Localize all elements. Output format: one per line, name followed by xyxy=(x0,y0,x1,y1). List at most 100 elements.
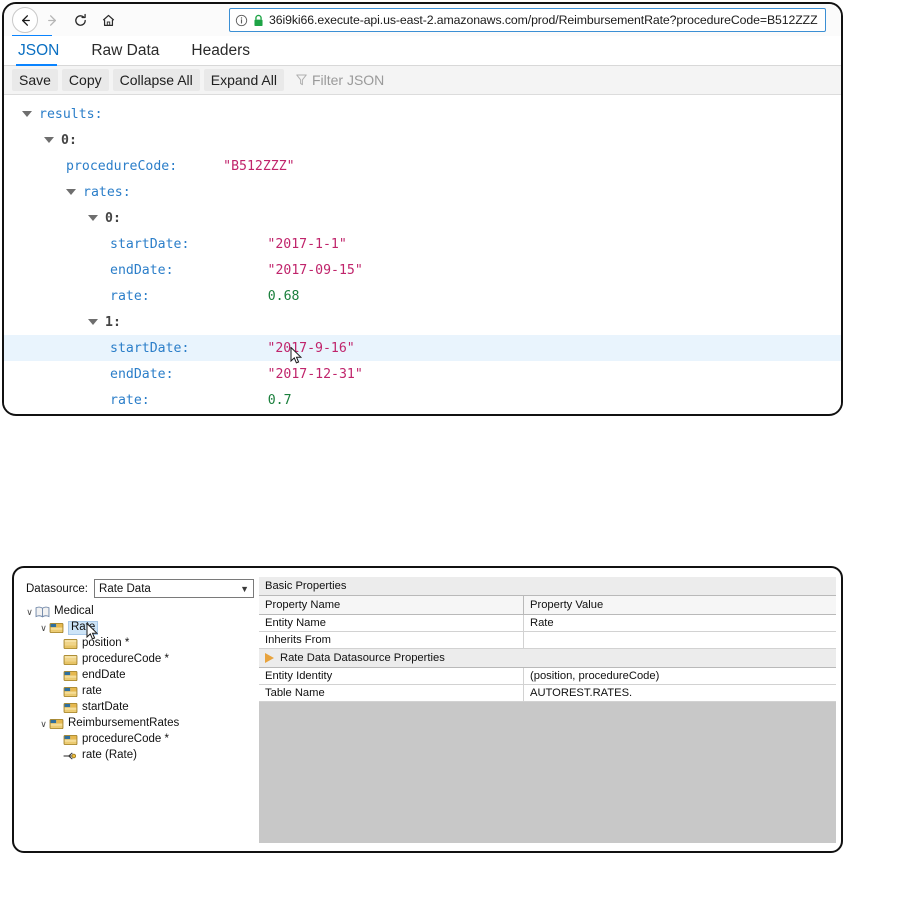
tab-headers-label: Headers xyxy=(191,42,250,59)
viewer-tabs: JSON Raw Data Headers xyxy=(4,36,841,66)
triangle-down-icon[interactable] xyxy=(88,319,98,325)
json-tree-view[interactable]: results: 0: procedureCode: "B512ZZZ" rates: 0… xyxy=(4,95,841,413)
filter-json-placeholder: Filter JSON xyxy=(312,72,384,88)
url-bar[interactable]: 36i9ki66.execute-api.us-east-2.amazonaws… xyxy=(229,8,826,32)
property-value-cell[interactable]: (position, procedureCode) xyxy=(524,668,836,684)
section-basic-properties: Basic Properties xyxy=(259,577,836,596)
triangle-down-icon[interactable] xyxy=(44,137,54,143)
datasource-select[interactable]: Rate Data ▼ xyxy=(94,579,254,598)
browser-window: 36i9ki66.execute-api.us-east-2.amazonaws… xyxy=(2,2,843,416)
browser-nav-bar: 36i9ki66.execute-api.us-east-2.amazonaws… xyxy=(4,4,841,36)
save-button[interactable]: Save xyxy=(12,69,58,91)
json-row[interactable]: rates: xyxy=(4,179,841,205)
tab-headers[interactable]: Headers xyxy=(191,40,264,65)
padlock-icon xyxy=(253,14,264,27)
json-key: endDate: xyxy=(110,367,174,382)
copy-button[interactable]: Copy xyxy=(62,69,109,91)
tree-node[interactable]: rate xyxy=(24,684,254,700)
json-value: "B512ZZZ" xyxy=(223,159,294,174)
info-circle-icon xyxy=(235,14,248,27)
json-row[interactable]: procedureCode: "B512ZZZ" xyxy=(4,153,841,179)
json-row[interactable]: endDate: "2017-12-31" xyxy=(4,361,841,387)
tree-node-label: rate (Rate) xyxy=(82,750,137,762)
tree-node-label: endDate xyxy=(82,670,125,682)
json-row[interactable]: rate:0.7 xyxy=(4,387,841,413)
property-value-cell[interactable] xyxy=(524,632,836,648)
tree-spacer xyxy=(52,671,63,681)
reload-icon xyxy=(73,13,88,28)
json-value: "2017-9-16" xyxy=(267,341,354,356)
properties-pane: Basic Properties Property Name Property … xyxy=(259,577,836,843)
triangle-down-icon[interactable] xyxy=(66,189,76,195)
json-row[interactable]: startDate:"2017-1-1" xyxy=(4,231,841,257)
collapse-all-button[interactable]: Collapse All xyxy=(113,69,200,91)
datasource-value: Rate Data xyxy=(99,583,151,595)
tree-node[interactable]: ∨ Rate xyxy=(24,620,254,636)
chevron-down-icon[interactable]: ∨ xyxy=(24,607,35,618)
screenshot-root: 36i9ki66.execute-api.us-east-2.amazonaws… xyxy=(0,0,924,900)
schema-designer-window: Datasource: Rate Data ▼ ∨Medical∨Rate po… xyxy=(12,566,843,853)
tab-raw-data[interactable]: Raw Data xyxy=(91,40,173,65)
section-datasource-properties[interactable]: Rate Data Datasource Properties xyxy=(259,649,836,668)
json-value: "2017-1-1" xyxy=(267,237,346,252)
tree-node[interactable]: ∨ ReimbursementRates xyxy=(24,716,254,732)
entity-icon xyxy=(63,670,78,682)
tree-node[interactable]: procedureCode * xyxy=(24,652,254,668)
entity-icon xyxy=(49,622,64,634)
json-row[interactable]: 0: xyxy=(4,127,841,153)
json-value: "2017-09-15" xyxy=(268,263,363,278)
table-row[interactable]: Table Name AUTOREST.RATES. xyxy=(259,685,836,702)
json-key: procedureCode: xyxy=(66,159,177,174)
json-row[interactable]: endDate: "2017-09-15" xyxy=(4,257,841,283)
json-key: endDate: xyxy=(110,263,174,278)
json-key: startDate: xyxy=(110,341,189,356)
schema-tree[interactable]: ∨Medical∨Rate position * procedureCode *… xyxy=(24,604,254,764)
entity-icon xyxy=(63,734,78,746)
forward-button[interactable] xyxy=(38,6,66,34)
table-row[interactable]: Entity Identity (position, procedureCode… xyxy=(259,668,836,685)
tab-raw-data-label: Raw Data xyxy=(91,42,159,59)
json-row[interactable]: 0: xyxy=(4,205,841,231)
schema-tree-pane: Datasource: Rate Data ▼ ∨Medical∨Rate po… xyxy=(24,577,254,843)
triangle-down-icon[interactable] xyxy=(88,215,98,221)
chevron-down-icon[interactable]: ∨ xyxy=(38,623,49,634)
datasource-row: Datasource: Rate Data ▼ xyxy=(24,577,254,598)
tab-json[interactable]: JSON xyxy=(18,40,73,65)
filter-json-input[interactable]: Filter JSON xyxy=(296,72,384,88)
table-row[interactable]: Entity Name Rate xyxy=(259,615,836,632)
tree-node[interactable]: rate (Rate) xyxy=(24,748,254,764)
tree-node-label: ReimbursementRates xyxy=(68,718,179,730)
tree-node[interactable]: position * xyxy=(24,636,254,652)
chevron-down-icon[interactable]: ∨ xyxy=(38,719,49,730)
home-button[interactable] xyxy=(94,6,122,34)
tab-json-label: JSON xyxy=(18,42,59,59)
table-row[interactable]: Inherits From xyxy=(259,632,836,649)
section-datasource-properties-label: Rate Data Datasource Properties xyxy=(280,652,445,664)
tree-node[interactable]: ∨Medical xyxy=(24,604,254,620)
property-name-cell: Inherits From xyxy=(259,632,524,648)
tree-node[interactable]: endDate xyxy=(24,668,254,684)
json-row[interactable]: 1: xyxy=(4,309,841,335)
json-key: 0: xyxy=(61,133,77,148)
json-key: results: xyxy=(39,107,103,122)
json-key: rate: xyxy=(110,289,150,304)
json-key: 0: xyxy=(105,211,121,226)
back-button[interactable] xyxy=(12,7,38,33)
tree-node-label: procedureCode * xyxy=(82,654,169,666)
json-row[interactable]: results: xyxy=(4,101,841,127)
triangle-down-icon[interactable] xyxy=(22,111,32,117)
tree-node-label: rate xyxy=(82,686,102,698)
column-header-property-name: Property Name xyxy=(259,596,524,614)
reload-button[interactable] xyxy=(66,6,94,34)
tree-node-label: Rate xyxy=(68,621,98,635)
property-value-cell[interactable]: Rate xyxy=(524,615,836,631)
property-value-cell[interactable]: AUTOREST.RATES. xyxy=(524,685,836,701)
expand-all-button[interactable]: Expand All xyxy=(204,69,284,91)
tree-node[interactable]: procedureCode * xyxy=(24,732,254,748)
tree-node[interactable]: startDate xyxy=(24,700,254,716)
tree-spacer xyxy=(52,735,63,745)
json-row[interactable]: rate:0.68 xyxy=(4,283,841,309)
json-value: "2017-12-31" xyxy=(268,367,363,382)
json-row[interactable]: startDate: "2017-9-16" xyxy=(4,335,841,361)
json-value: 0.7 xyxy=(268,393,292,408)
